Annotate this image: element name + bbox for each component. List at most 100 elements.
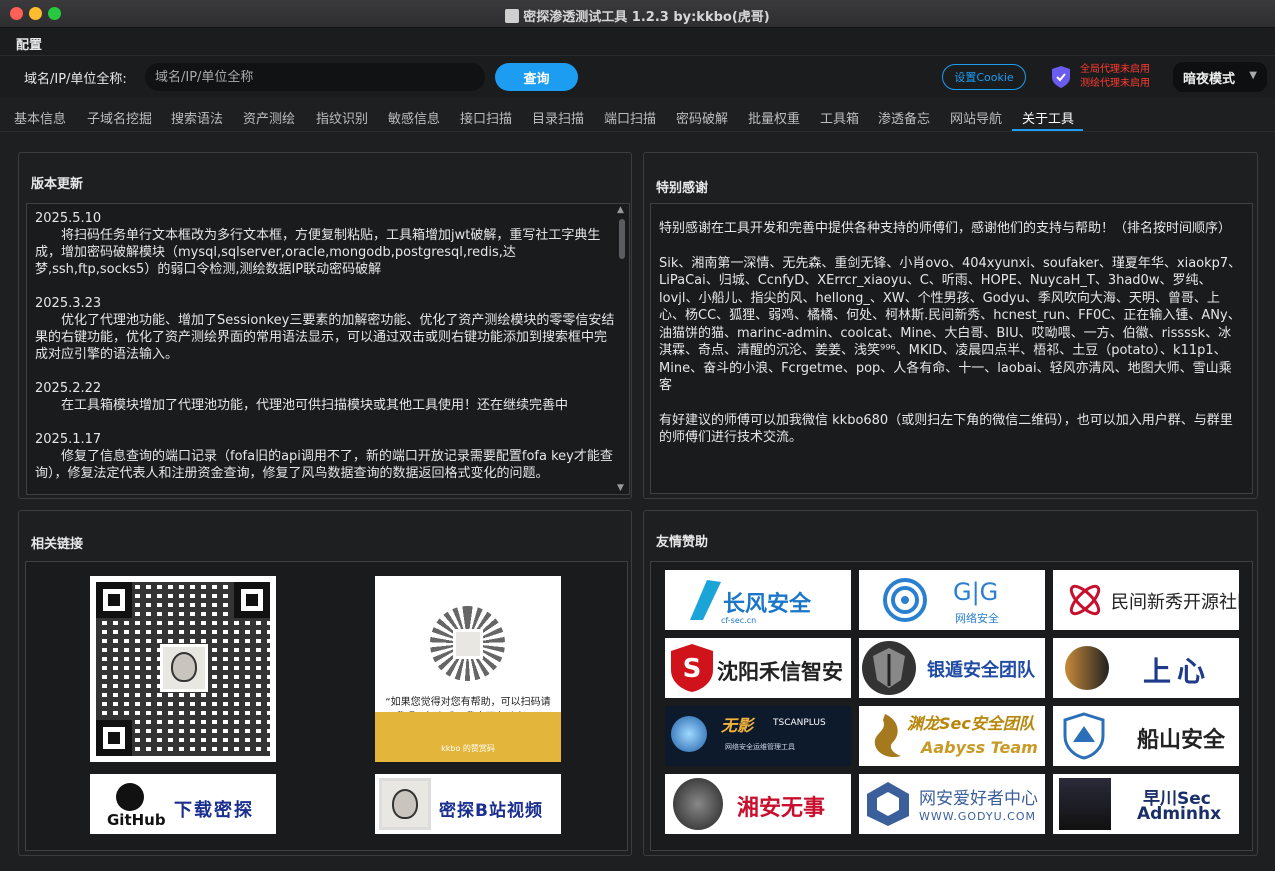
sponsor-zaochuan[interactable]: 早川Sec Adminhx <box>1053 774 1239 834</box>
update-text: 将扫码任务单行文本框改为多行文本框，方便复制粘贴，工具箱增加jwt破解，重写社工… <box>35 228 601 277</box>
tab-password-crack[interactable]: 密码破解 <box>676 108 728 127</box>
tab-basic-info[interactable]: 基本信息 <box>14 108 66 127</box>
sponsor-yindun[interactable]: 银遁安全团队 <box>859 638 1045 698</box>
sponsor-chuanshan[interactable]: 船山安全 <box>1053 706 1239 766</box>
download-label: 下载密探 <box>174 800 254 821</box>
update-entry: 2025.1.17 修复了信息查询的端口记录（fofa旧的api调用不了，新的端… <box>35 431 615 482</box>
update-date: 2025.1.17 <box>35 432 102 447</box>
bilibili-avatar <box>379 778 431 830</box>
search-label: 域名/IP/单位全称: <box>24 72 127 87</box>
dragon-icon <box>874 714 901 758</box>
update-entry: 2025.5.10 将扫码任务单行文本框改为多行文本框，方便复制粘贴，工具箱增加… <box>35 210 615 278</box>
reward-qr-code: “如果您觉得对您有帮助，可以扫码请我喝一杯咖啡，我会更有动力！” kkbo 的赞… <box>375 576 561 762</box>
proxy-status: 全局代理未启用 测绘代理未启用 <box>1080 63 1150 91</box>
scroll-thumb[interactable] <box>619 219 625 259</box>
thanks-intro: 特别感谢在工具开发和完善中提供各种支持的师傅们，感谢他们的支持与帮助！（排名按时… <box>659 221 1232 236</box>
tab-toolbox[interactable]: 工具箱 <box>820 108 859 127</box>
bilibili-video-link[interactable]: 密探B站视频 <box>375 774 561 834</box>
updates-scrollbar[interactable]: ▲ ▼ <box>617 205 627 493</box>
proxy-test-status: 测绘代理未启用 <box>1080 78 1150 89</box>
thanks-names: Sik、湘南第一深情、无先森、重剑无锋、小肖ovo、404xyunxi、souf… <box>659 255 1242 394</box>
sponsor-name: 渊龙Sec安全团队 <box>907 714 1035 733</box>
sponsor-sub: cf-sec.cn <box>721 616 757 625</box>
tab-sensitive-info[interactable]: 敏感信息 <box>388 108 440 127</box>
tab-fingerprint[interactable]: 指纹识别 <box>316 108 368 127</box>
updates-textarea[interactable]: 2025.5.10 将扫码任务单行文本框改为多行文本框，方便复制粘贴，工具箱增加… <box>26 203 630 495</box>
wuying-logo-icon <box>671 716 707 752</box>
hexagon-logo-icon <box>867 782 909 826</box>
thanks-content: 特别感谢在工具开发和完善中提供各种支持的师傅们，感谢他们的支持与帮助！（排名按时… <box>651 204 1252 447</box>
sponsor-wuying[interactable]: 无影 TSCANPLUS 网络安全运维管理工具 <box>665 706 851 766</box>
tab-site-nav[interactable]: 网站导航 <box>950 108 1002 127</box>
update-entry: 2025.3.23 优化了代理池功能、增加了Sessionkey三要素的加解密功… <box>35 295 615 363</box>
sponsor-shangxin[interactable]: 上心 <box>1053 638 1239 698</box>
sponsor-name: 湘安无事 <box>737 796 826 821</box>
links-panel: 相关链接 “如果您觉得对您有帮助，可以扫码请我喝一杯咖啡，我会更有动力！” kk… <box>18 510 632 856</box>
tab-subdomain[interactable]: 子域名挖掘 <box>87 108 152 127</box>
tab-api-scan[interactable]: 接口扫描 <box>460 108 512 127</box>
window-title-text: 密探渗透测试工具 1.2.3 by:kkbo(虎哥) <box>523 10 770 25</box>
sponsors-panel: 友情赞助 长风安全 cf-sec.cn G|G 网络安全 民间新秀开源社区 S … <box>643 510 1258 856</box>
tab-port-scan[interactable]: 端口扫描 <box>604 108 656 127</box>
set-cookie-button[interactable]: 设置Cookie <box>942 64 1026 90</box>
sponsors-panel-title: 友情赞助 <box>656 535 709 550</box>
scroll-down-icon[interactable]: ▼ <box>617 483 624 493</box>
changfeng-logo-icon <box>690 580 721 620</box>
update-date: 2025.2.22 <box>35 381 102 396</box>
sponsor-changfeng[interactable]: 长风安全 cf-sec.cn <box>665 570 851 630</box>
updates-panel-title: 版本更新 <box>31 177 84 192</box>
reward-avatar <box>453 629 483 659</box>
sponsor-sub: Aabyss Team <box>921 738 1038 757</box>
app-icon <box>505 9 520 23</box>
theme-mode-value: 暗夜模式 <box>1183 72 1236 87</box>
scroll-up-icon[interactable]: ▲ <box>617 205 624 215</box>
update-entry: 2025.2.22 在工具箱模块增加了代理池功能，代理池可供扫描模块或其他工具使… <box>35 380 615 414</box>
active-tab-indicator <box>1012 129 1083 131</box>
theme-mode-select[interactable]: 暗夜模式 ▼ <box>1173 62 1267 92</box>
sponsor-heixin[interactable]: S 沈阳禾信智安 <box>665 638 851 698</box>
wechat-qr-code <box>90 576 276 762</box>
avatar <box>160 644 208 692</box>
github-icon <box>116 783 144 811</box>
tab-asset-mapping[interactable]: 资产测绘 <box>243 108 295 127</box>
update-date: 2025.5.10 <box>35 211 102 226</box>
github-label: GitHub <box>107 811 166 829</box>
sponsor-godyu[interactable]: 网安爱好者中心 WWW.GODYU.COM <box>859 774 1045 834</box>
tab-dir-scan[interactable]: 目录扫描 <box>532 108 584 127</box>
yindun-logo-icon <box>862 641 916 695</box>
tab-search-syntax[interactable]: 搜索语法 <box>171 108 223 127</box>
shangxin-logo-icon <box>1065 646 1109 690</box>
update-text: 优化了代理池功能、增加了Sessionkey三要素的加解密功能、优化了资产测绘模… <box>35 313 615 362</box>
svg-text:S: S <box>683 654 702 684</box>
window-title: 密探渗透测试工具 1.2.3 by:kkbo(虎哥) <box>0 6 1275 25</box>
sponsor-gg[interactable]: G|G 网络安全 <box>859 570 1045 630</box>
sponsor-sub: Adminhx <box>1137 804 1222 824</box>
search-toolbar: 域名/IP/单位全称: 查询 设置Cookie 全局代理未启用 测绘代理未启用 … <box>0 56 1275 98</box>
github-download-link[interactable]: GitHub 下载密探 <box>90 774 276 834</box>
update-text: 在工具箱模块增加了代理池功能，代理池可供扫描模块或其他工具使用！还在继续完善中 <box>61 398 569 413</box>
xiangan-avatar <box>673 778 723 830</box>
menu-config[interactable]: 配置 <box>16 34 42 53</box>
sponsor-xiangan[interactable]: 湘安无事 <box>665 774 851 834</box>
sponsor-name: 上心 <box>1143 655 1212 688</box>
proxy-global-status: 全局代理未启用 <box>1080 64 1150 75</box>
sponsor-minjian[interactable]: 民间新秀开源社区 <box>1053 570 1239 630</box>
chuanshan-shield-icon <box>1063 712 1105 760</box>
sponsor-aabyss[interactable]: 渊龙Sec安全团队 Aabyss Team <box>859 706 1045 766</box>
tab-about[interactable]: 关于工具 <box>1022 108 1074 127</box>
thanks-panel: 特别感谢 特别感谢在工具开发和完善中提供各种支持的师傅们，感谢他们的支持与帮助！… <box>643 152 1258 499</box>
search-input[interactable] <box>145 63 485 91</box>
thanks-panel-title: 特别感谢 <box>656 181 709 196</box>
sponsor-name: 长风安全 <box>723 592 812 617</box>
sponsor-name: 网安爱好者中心 <box>919 789 1038 809</box>
reward-sign: kkbo 的赞赏码 <box>441 744 495 753</box>
bilibili-label: 密探B站视频 <box>439 801 543 821</box>
query-button[interactable]: 查询 <box>495 63 578 91</box>
sponsor-name: 无影 <box>721 716 754 735</box>
update-date: 2025.3.23 <box>35 296 102 311</box>
proxy-shield-icon[interactable] <box>1050 65 1072 89</box>
tab-batch-weight[interactable]: 批量权重 <box>748 108 800 127</box>
thanks-textarea[interactable]: 特别感谢在工具开发和完善中提供各种支持的师傅们，感谢他们的支持与帮助！（排名按时… <box>650 203 1253 494</box>
tab-bar: 基本信息 子域名挖掘 搜索语法 资产测绘 指纹识别 敏感信息 接口扫描 目录扫描… <box>0 98 1275 132</box>
tab-pentest-memo[interactable]: 渗透备忘 <box>878 108 930 127</box>
